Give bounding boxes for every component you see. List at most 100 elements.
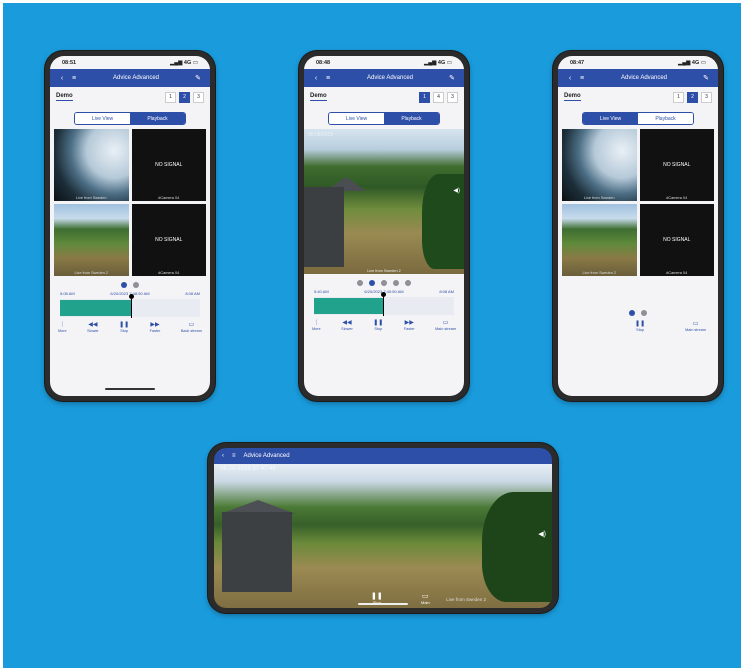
page-dot[interactable]	[393, 280, 399, 286]
more-icon: ⋮	[313, 320, 320, 326]
faster-button[interactable]: ▶▶ Faster	[150, 322, 161, 333]
volume-icon[interactable]: ◀)	[538, 530, 546, 538]
page-selector: 1 2 3	[673, 91, 712, 103]
page-dot[interactable]	[357, 280, 363, 286]
rewind-icon: ◀◀	[88, 322, 98, 328]
tab-playback[interactable]: Playback	[384, 113, 439, 124]
camera-view[interactable]: 06-20-2023 07:47:46 ◀) Live from Sweden …	[214, 464, 552, 608]
tab-live-view[interactable]: Live View	[75, 113, 130, 124]
tab-playback[interactable]: Playback	[130, 113, 185, 124]
background: 08:51 ▂▄▆ 4G ▭ ‹ ≡ Advice Advanced ✎ Dem…	[3, 3, 741, 668]
status-time: 08:47	[570, 59, 585, 66]
back-icon[interactable]: ‹	[222, 453, 224, 459]
more-button[interactable]: ⋮ More	[312, 320, 321, 331]
edit-icon[interactable]: ✎	[700, 74, 712, 82]
pause-icon: ❚❚	[373, 320, 384, 326]
camera-caption: #Camera 04	[158, 196, 180, 200]
stop-button[interactable]: ❚❚Stop	[373, 320, 383, 331]
fullscreen-icon: ▭	[692, 321, 699, 327]
timeline-recorded	[314, 298, 383, 314]
menu-icon[interactable]: ≡	[68, 75, 80, 82]
page-dot[interactable]	[629, 310, 635, 316]
more-button[interactable]: ⋮ More	[58, 322, 67, 333]
status-time: 08:51	[62, 59, 77, 66]
page-dot[interactable]	[133, 282, 139, 288]
stream-button[interactable]: ▭ Main stream	[685, 321, 706, 332]
camera-tile[interactable]: Live from Sweden 2	[562, 204, 637, 276]
timeline-end: 8:08 AM	[185, 291, 200, 296]
page-button-3[interactable]: 3	[701, 91, 712, 103]
page-button-1[interactable]: 1	[673, 91, 684, 103]
camera-tile[interactable]: NO SIGNAL #Camera 04	[131, 129, 206, 201]
app-title: Advice Advanced	[366, 75, 414, 81]
page-dot[interactable]	[381, 280, 387, 286]
page-button-3[interactable]: 3	[193, 91, 204, 103]
edit-icon[interactable]: ✎	[446, 74, 458, 82]
camera-tile[interactable]: Live from Sweden 2	[54, 204, 129, 276]
playback-controls: ⋮ More ◀◀ Slower ❚❚ Stop ▶▶ Faster ▭ Main str…	[304, 318, 464, 331]
home-indicator	[358, 603, 408, 605]
page-dot[interactable]	[405, 280, 411, 286]
page-dot[interactable]	[369, 280, 375, 286]
live-controls: ❚❚ Stop ▭ Main stream	[558, 319, 718, 332]
camera-tile[interactable]: Live from Sweden	[562, 129, 637, 201]
app-bar: ‹ ≡ Advice Advanced	[214, 448, 552, 464]
fast-forward-icon: ▶▶	[404, 320, 414, 326]
phone-screen: ‹ ≡ Advice Advanced 06-20-2023 07:47:46 …	[214, 448, 552, 608]
phone-playback-grid: 08:51 ▂▄▆ 4G ▭ ‹ ≡ Advice Advanced ✎ Dem…	[45, 51, 215, 401]
more-icon: ⋮	[59, 322, 66, 328]
menu-icon[interactable]: ≡	[322, 75, 334, 82]
tab-playback[interactable]: Playback	[638, 113, 693, 124]
timeline-bar[interactable]	[314, 292, 454, 316]
page-button-4[interactable]: 4	[433, 91, 444, 103]
back-icon[interactable]: ‹	[564, 75, 576, 82]
fullscreen-icon: ▭	[188, 322, 195, 328]
menu-icon[interactable]: ≡	[576, 75, 588, 82]
faster-button[interactable]: ▶▶ Faster	[404, 320, 415, 331]
timeline-end: 8:08 AM	[439, 289, 454, 294]
back-icon[interactable]: ‹	[310, 75, 322, 82]
fullscreen-icon: ▭	[442, 320, 449, 326]
camera-tile[interactable]: NO SIGNAL #Camera 04	[639, 204, 714, 276]
camera-tile[interactable]: NO SIGNAL #Camera 04	[639, 129, 714, 201]
slower-button[interactable]: ◀◀ Slower	[87, 322, 99, 333]
timeline-cursor[interactable]	[380, 292, 386, 316]
camera-view[interactable]: 05:06/2023 ◀) Live from Sweden 2	[304, 129, 464, 274]
stream-button[interactable]: ▭ Main stream	[435, 320, 456, 331]
page-button-1[interactable]: 1	[165, 91, 176, 103]
shed	[222, 512, 292, 592]
edit-icon[interactable]: ✎	[192, 74, 204, 82]
stop-button[interactable]: ❚❚Stop	[119, 322, 129, 333]
camera-grid: Live from Sweden NO SIGNAL #Camera 04 Liv…	[50, 129, 210, 276]
phone-screen: 08:47 ▂▄▆ 4G ▭ ‹ ≡ Advice Advanced ✎ Dem…	[558, 56, 718, 396]
tab-live-view[interactable]: Live View	[583, 113, 638, 124]
timeline-bar[interactable]	[60, 294, 200, 318]
stop-button[interactable]: ❚❚Stop	[635, 321, 645, 332]
camera-timestamp: 06-20-2023 07:47:46	[220, 466, 276, 472]
page-button-3[interactable]: 3	[447, 91, 458, 103]
stream-button[interactable]: ▭ Main	[421, 592, 430, 605]
stream-button[interactable]: ▭ Back stream	[181, 322, 202, 333]
page-button-2[interactable]: 2	[179, 91, 190, 103]
camera-caption: Live from Sweden 2	[74, 271, 109, 275]
camera-tile[interactable]: NO SIGNAL #Camera 04	[131, 204, 206, 276]
status-bar: 08:47 ▂▄▆ 4G ▭	[558, 56, 718, 69]
camera-grid: Live from Sweden NO SIGNAL #Camera 04 Liv…	[558, 129, 718, 276]
playback-controls: ⋮ More ◀◀ Slower ❚❚ Stop ▶▶ Faster ▭ Back str…	[50, 320, 210, 333]
timeline-cursor[interactable]	[129, 294, 135, 318]
camera-tile[interactable]: Live from Sweden	[54, 129, 129, 201]
back-icon[interactable]: ‹	[56, 75, 68, 82]
page-button-1[interactable]: 1	[419, 91, 430, 103]
volume-icon[interactable]: ◀)	[453, 187, 460, 194]
page-dot[interactable]	[641, 310, 647, 316]
phone-playback-single: 08:48 ▂▄▆ 4G ▭ ‹ ≡ Advice Advanced ✎ Dem…	[299, 51, 469, 401]
page-button-2[interactable]: 2	[687, 91, 698, 103]
phone-live-grid: 08:47 ▂▄▆ 4G ▭ ‹ ≡ Advice Advanced ✎ Dem…	[553, 51, 723, 401]
menu-icon[interactable]: ≡	[232, 453, 236, 459]
slower-button[interactable]: ◀◀ Slower	[341, 320, 353, 331]
camera-caption: Live from Sweden	[76, 196, 107, 200]
page-dot[interactable]	[121, 282, 127, 288]
page-dots	[50, 282, 210, 288]
camera-caption: #Camera 04	[666, 271, 688, 275]
tab-live-view[interactable]: Live View	[329, 113, 384, 124]
